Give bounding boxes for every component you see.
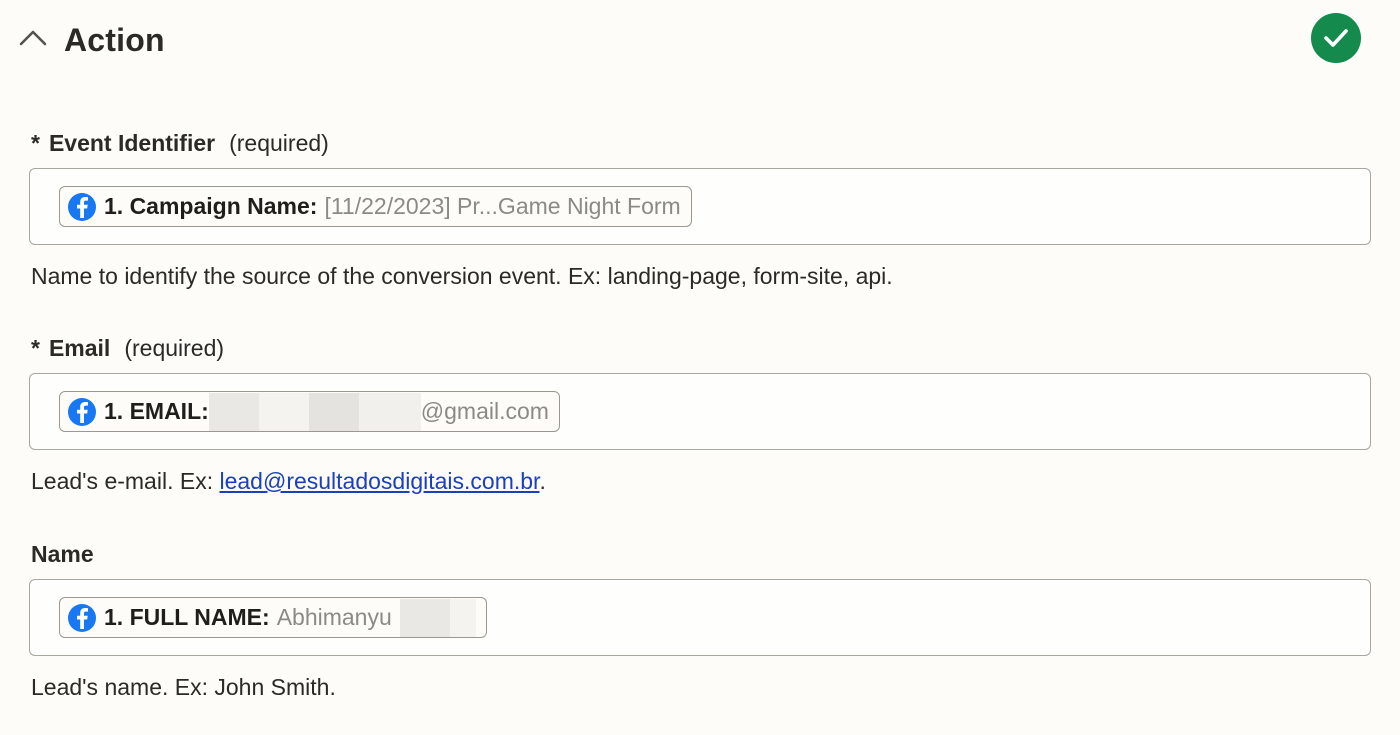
- check-icon: [1311, 13, 1361, 63]
- event-identifier-field[interactable]: 1. Campaign Name: [11/22/2023] Pr...Game…: [29, 168, 1371, 245]
- required-asterisk: *: [31, 335, 40, 361]
- field-label-text: Event Identifier: [48, 130, 216, 156]
- field-label-email: * Email (required): [31, 333, 224, 363]
- pill-key: 1. EMAIL:: [104, 398, 209, 424]
- name-field[interactable]: 1. FULL NAME: Abhimanyu: [29, 579, 1371, 656]
- field-label-text: Email: [48, 335, 111, 361]
- required-indicator: (required): [229, 130, 329, 156]
- pill-value: @gmail.com: [420, 398, 549, 424]
- section-title: Action: [64, 22, 165, 58]
- mapped-value-pill[interactable]: 1. EMAIL: @gmail.com: [59, 391, 560, 432]
- pill-key: 1. FULL NAME:: [104, 604, 270, 630]
- mapped-value-pill[interactable]: 1. Campaign Name: [11/22/2023] Pr...Game…: [59, 186, 692, 227]
- pill-value: [11/22/2023] Pr...Game Night Form: [324, 193, 681, 219]
- action-section-header[interactable]: Action: [0, 0, 1400, 80]
- facebook-icon: [68, 603, 96, 632]
- pill-key: 1. Campaign Name:: [104, 193, 318, 219]
- mapped-value-pill[interactable]: 1. FULL NAME: Abhimanyu: [59, 597, 487, 638]
- name-help: Lead's name. Ex: John Smith.: [31, 674, 336, 700]
- redacted-text: [208, 392, 421, 431]
- required-asterisk: *: [31, 130, 40, 156]
- field-label-event-identifier: * Event Identifier (required): [31, 128, 329, 158]
- facebook-icon: [68, 192, 96, 221]
- event-identifier-help: Name to identify the source of the conve…: [31, 263, 893, 289]
- facebook-icon: [68, 397, 96, 426]
- email-help: Lead's e-mail. Ex: lead@resultadosdigita…: [31, 466, 546, 496]
- email-field[interactable]: 1. EMAIL: @gmail.com: [29, 373, 1371, 450]
- help-text-suffix: .: [539, 468, 546, 494]
- field-label-name: Name: [31, 539, 94, 569]
- chevron-up-icon[interactable]: [18, 26, 48, 50]
- field-label-text: Name: [31, 541, 94, 567]
- required-indicator: (required): [124, 335, 225, 361]
- redacted-text: [399, 598, 476, 637]
- example-email-link[interactable]: lead@resultadosdigitais.com.br: [219, 468, 539, 494]
- help-text-prefix: Lead's e-mail. Ex:: [31, 468, 220, 494]
- pill-value: Abhimanyu: [276, 604, 392, 630]
